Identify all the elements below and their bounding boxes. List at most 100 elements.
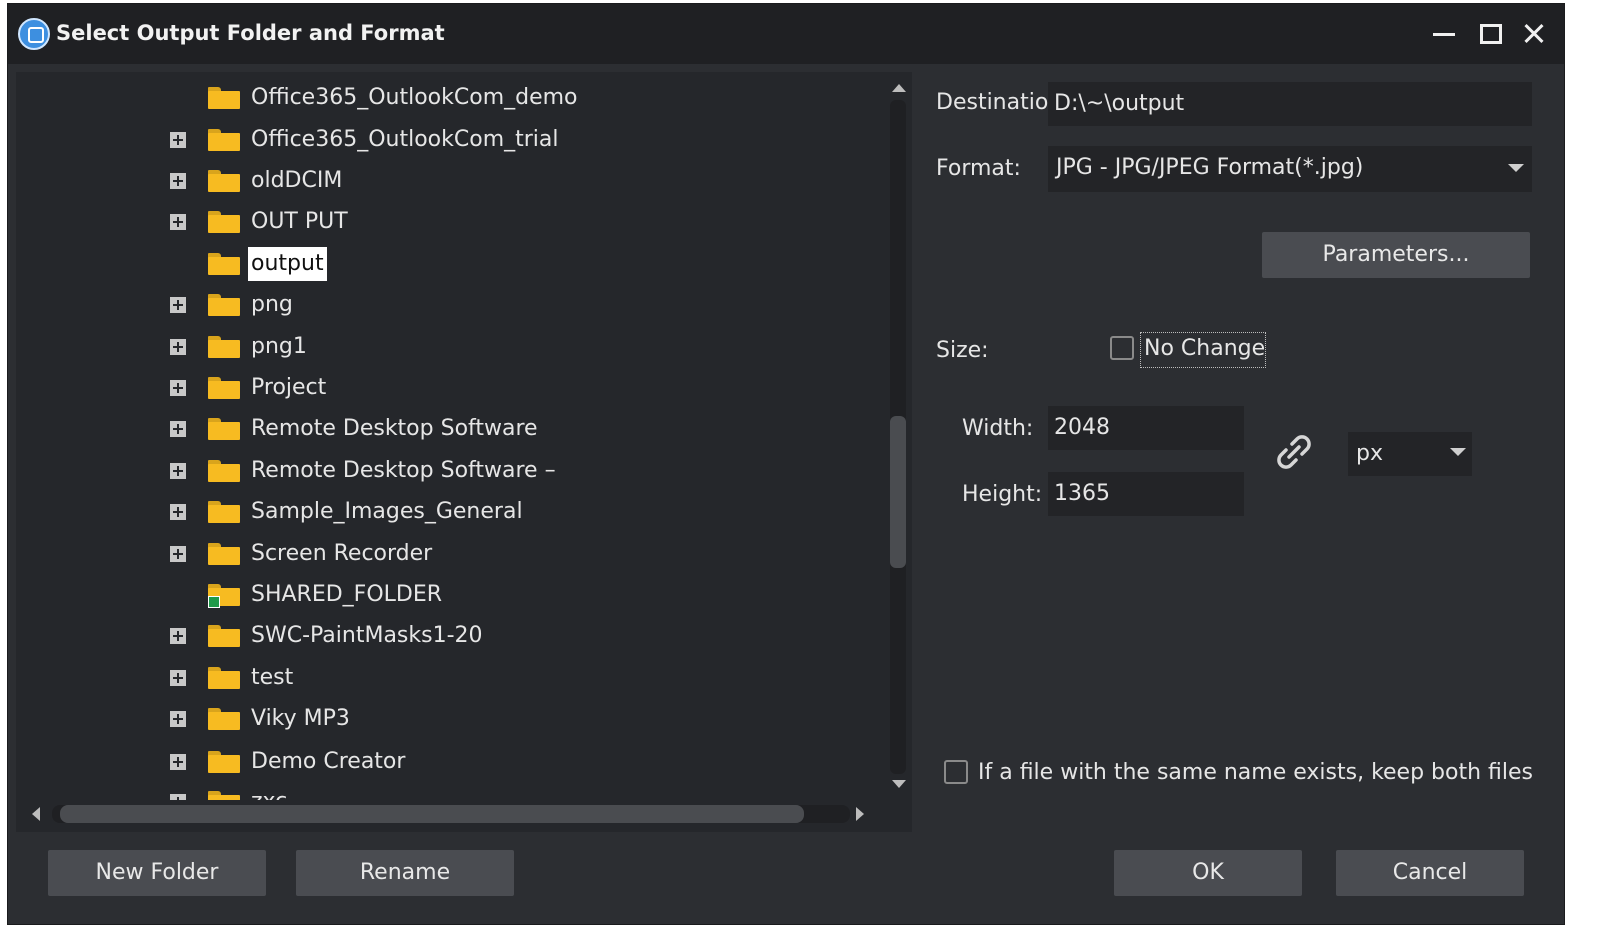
folder-tree: Office365_OutlookCom_demo Office365_Outlo… [16,72,886,800]
tree-row[interactable]: oldDCIM [16,161,876,201]
expand-plus-icon[interactable] [170,173,186,189]
folder-icon [208,336,240,358]
tree-row-label[interactable]: Screen Recorder [248,540,435,568]
folder-icon [208,418,240,440]
folder-icon [208,129,240,151]
tree-row[interactable]: Office365_OutlookCom_trial [16,120,876,160]
keep-both-checkbox[interactable] [944,760,968,784]
tree-row-label[interactable]: output [248,247,327,281]
width-input[interactable]: 2048 [1048,406,1244,450]
maximize-icon[interactable] [1470,14,1510,54]
scroll-left-arrow-icon[interactable] [32,807,40,821]
tree-row-label[interactable]: test [248,664,296,692]
format-select[interactable]: JPG - JPG/JPEG Format(*.jpg) [1048,146,1532,192]
expand-plus-icon[interactable] [170,754,186,770]
tree-row[interactable]: Remote Desktop Software [16,409,876,449]
expand-plus-icon[interactable] [170,711,186,727]
format-label: Format: [936,156,1021,181]
horizontal-scroll-thumb[interactable] [60,805,804,823]
no-change-checkbox[interactable] [1110,336,1134,360]
horizontal-scrollbar[interactable] [30,802,870,826]
new-folder-button[interactable]: New Folder [48,850,266,896]
height-input[interactable]: 1365 [1048,472,1244,516]
tree-row[interactable]: Demo Creator [16,742,876,782]
scroll-up-arrow-icon[interactable] [892,84,906,92]
tree-row-label[interactable]: Office365_OutlookCom_trial [248,126,562,154]
minimize-icon[interactable] [1424,14,1464,54]
destination-label: Destinatio [936,90,1049,115]
folder-tree-panel: Office365_OutlookCom_demo Office365_Outlo… [16,72,912,832]
folder-icon [208,294,240,316]
tree-row[interactable]: png [16,285,876,325]
ok-button[interactable]: OK [1114,850,1302,896]
destination-field[interactable]: D:\~\output [1048,82,1532,126]
rename-button[interactable]: Rename [296,850,514,896]
expand-plus-icon[interactable] [170,670,186,686]
keep-both-label[interactable]: If a file with the same name exists, kee… [978,760,1533,785]
tree-row-label[interactable]: Office365_OutlookCom_demo [248,84,581,112]
folder-icon [208,501,240,523]
tree-row[interactable]: Sample_Images_General [16,492,876,532]
tree-row-label[interactable]: Demo Creator [248,748,408,776]
height-label: Height: [962,482,1043,507]
parameters-button[interactable]: Parameters... [1262,232,1530,278]
expand-plus-icon[interactable] [170,132,186,148]
tree-row[interactable]: zxc [16,782,876,800]
tree-row[interactable]: Screen Recorder [16,534,876,574]
link-aspect-ratio-icon[interactable] [1274,432,1314,472]
scroll-down-arrow-icon[interactable] [892,780,906,788]
tree-row[interactable]: OUT PUT [16,202,876,242]
tree-row-label[interactable]: Project [248,374,329,402]
folder-icon [208,460,240,482]
tree-row-label[interactable]: Remote Desktop Software – [248,457,559,485]
dialog-title: Select Output Folder and Format [56,21,445,45]
tree-row-label[interactable]: Viky MP3 [248,705,353,733]
tree-row-label[interactable]: Sample_Images_General [248,498,526,526]
scroll-right-arrow-icon[interactable] [856,807,864,821]
width-label: Width: [962,416,1034,441]
chevron-down-icon[interactable] [1508,164,1524,172]
folder-icon [208,87,240,109]
tree-row[interactable]: png1 [16,327,876,367]
app-logo-icon [18,18,50,50]
tree-row-label[interactable]: SHARED_FOLDER [248,581,445,609]
expand-plus-icon[interactable] [170,794,186,800]
folder-icon [208,751,240,773]
folder-icon [208,708,240,730]
tree-row[interactable]: SHARED_FOLDER [16,575,876,615]
tree-row[interactable]: SWC-PaintMasks1-20 [16,616,876,656]
tree-row-label[interactable]: png [248,291,296,319]
expand-plus-icon[interactable] [170,214,186,230]
folder-icon [208,170,240,192]
tree-row-label[interactable]: oldDCIM [248,167,345,195]
unit-chevron-down-icon[interactable] [1450,448,1466,456]
tree-row[interactable]: test [16,658,876,698]
close-icon[interactable] [1514,14,1554,54]
tree-row-label[interactable]: Remote Desktop Software [248,415,541,443]
tree-row[interactable]: output [16,244,876,284]
expand-plus-icon[interactable] [170,380,186,396]
expand-plus-icon[interactable] [170,339,186,355]
no-change-label[interactable]: No Change [1144,336,1265,361]
tree-row[interactable]: Project [16,368,876,408]
title-bar[interactable]: Select Output Folder and Format [8,4,1564,64]
shared-folder-icon [208,584,240,608]
cancel-button[interactable]: Cancel [1336,850,1524,896]
tree-row-label[interactable]: png1 [248,333,310,361]
expand-plus-icon[interactable] [170,546,186,562]
expand-plus-icon[interactable] [170,504,186,520]
expand-plus-icon[interactable] [170,628,186,644]
vertical-scrollbar[interactable] [888,78,908,798]
folder-icon [208,543,240,565]
expand-plus-icon[interactable] [170,463,186,479]
tree-row-label[interactable]: SWC-PaintMasks1-20 [248,622,486,650]
expand-plus-icon[interactable] [170,297,186,313]
tree-row-label[interactable]: zxc [248,788,290,800]
folder-icon [208,667,240,689]
tree-row[interactable]: Remote Desktop Software – [16,451,876,491]
tree-row-label[interactable]: OUT PUT [248,208,351,236]
expand-plus-icon[interactable] [170,421,186,437]
tree-row[interactable]: Viky MP3 [16,699,876,739]
vertical-scroll-thumb[interactable] [890,416,906,568]
tree-row[interactable]: Office365_OutlookCom_demo [16,78,876,118]
